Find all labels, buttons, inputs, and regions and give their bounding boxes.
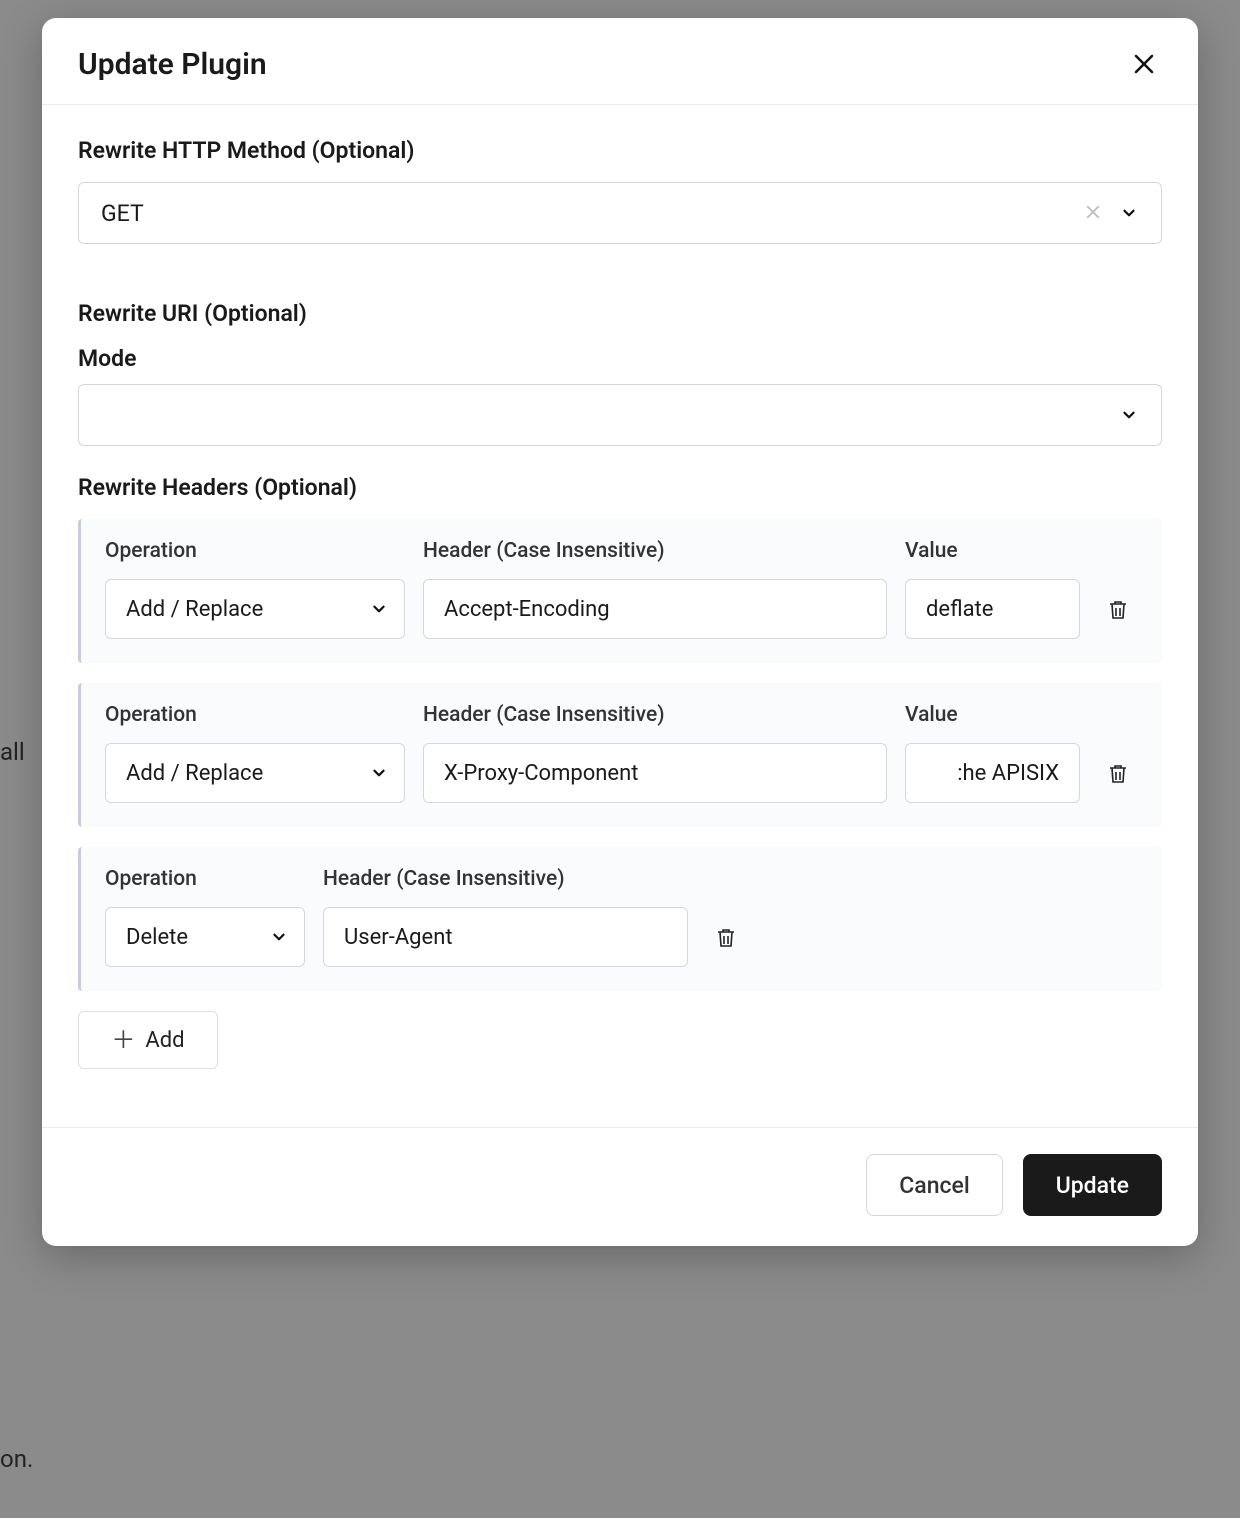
header-label: Header (Case Insensitive) (323, 867, 688, 891)
close-icon (1132, 52, 1156, 76)
close-button[interactable] (1126, 46, 1162, 82)
rewrite-method-value: GET (101, 200, 144, 227)
operation-select[interactable]: Delete (105, 907, 305, 967)
modal-body: Rewrite HTTP Method (Optional) GET Rewri… (42, 105, 1198, 1097)
header-value: Accept-Encoding (444, 597, 610, 622)
cancel-button[interactable]: Cancel (866, 1154, 1002, 1216)
rewrite-method-select[interactable]: GET (78, 182, 1162, 244)
chevron-down-icon (370, 600, 388, 618)
delete-row-button[interactable] (1106, 761, 1130, 791)
cancel-label: Cancel (899, 1172, 969, 1199)
modal-title: Update Plugin (78, 47, 267, 82)
add-header-button[interactable]: ＋ Add (78, 1011, 218, 1069)
rewrite-method-label: Rewrite HTTP Method (Optional) (78, 137, 1162, 164)
header-label: Header (Case Insensitive) (423, 703, 887, 727)
value-label: Value (905, 539, 1080, 563)
modal-header: Update Plugin (42, 18, 1198, 105)
value-text: :he APISIX (957, 761, 1059, 786)
value-input[interactable]: :he APISIX (905, 743, 1080, 803)
chevron-down-icon (1120, 406, 1138, 424)
header-label: Header (Case Insensitive) (423, 539, 887, 563)
chevron-down-icon (370, 764, 388, 782)
trash-icon (1106, 597, 1130, 623)
operation-value: Add / Replace (126, 597, 263, 622)
select-controls (1084, 182, 1162, 244)
operation-label: Operation (105, 703, 405, 727)
modal-footer: Cancel Update (42, 1127, 1198, 1246)
operation-value: Add / Replace (126, 761, 263, 786)
header-row: Operation Delete Header (Case Insensitiv… (78, 847, 1162, 991)
delete-row-button[interactable] (714, 925, 738, 955)
select-controls (1120, 384, 1162, 446)
header-value: X-Proxy-Component (444, 761, 638, 786)
operation-label: Operation (105, 539, 405, 563)
mode-select[interactable] (78, 384, 1162, 446)
delete-row-button[interactable] (1106, 597, 1130, 627)
chevron-down-icon (1120, 204, 1138, 222)
trash-icon (714, 925, 738, 951)
value-label: Value (905, 703, 1080, 727)
plus-icon: ＋ (111, 1028, 135, 1052)
clear-icon[interactable] (1084, 203, 1102, 224)
value-text: deflate (926, 597, 993, 622)
operation-label: Operation (105, 867, 305, 891)
value-input[interactable]: deflate (905, 579, 1080, 639)
mode-label: Mode (78, 345, 1162, 372)
header-input[interactable]: Accept-Encoding (423, 579, 887, 639)
rewrite-uri-label: Rewrite URI (Optional) (78, 300, 1162, 327)
background-text: all (0, 738, 25, 766)
header-input[interactable]: User-Agent (323, 907, 688, 967)
header-row: Operation Add / Replace Header (Case Ins… (78, 519, 1162, 663)
background-text: on. (0, 1445, 33, 1473)
header-input[interactable]: X-Proxy-Component (423, 743, 887, 803)
trash-icon (1106, 761, 1130, 787)
header-value: User-Agent (344, 925, 453, 950)
operation-select[interactable]: Add / Replace (105, 579, 405, 639)
rewrite-headers-label: Rewrite Headers (Optional) (78, 474, 1162, 501)
header-row: Operation Add / Replace Header (Case Ins… (78, 683, 1162, 827)
update-plugin-modal: Update Plugin Rewrite HTTP Method (Optio… (42, 18, 1198, 1246)
chevron-down-icon (270, 928, 288, 946)
operation-select[interactable]: Add / Replace (105, 743, 405, 803)
operation-value: Delete (126, 925, 188, 950)
update-label: Update (1056, 1172, 1129, 1199)
add-label: Add (145, 1028, 184, 1053)
update-button[interactable]: Update (1023, 1154, 1162, 1216)
